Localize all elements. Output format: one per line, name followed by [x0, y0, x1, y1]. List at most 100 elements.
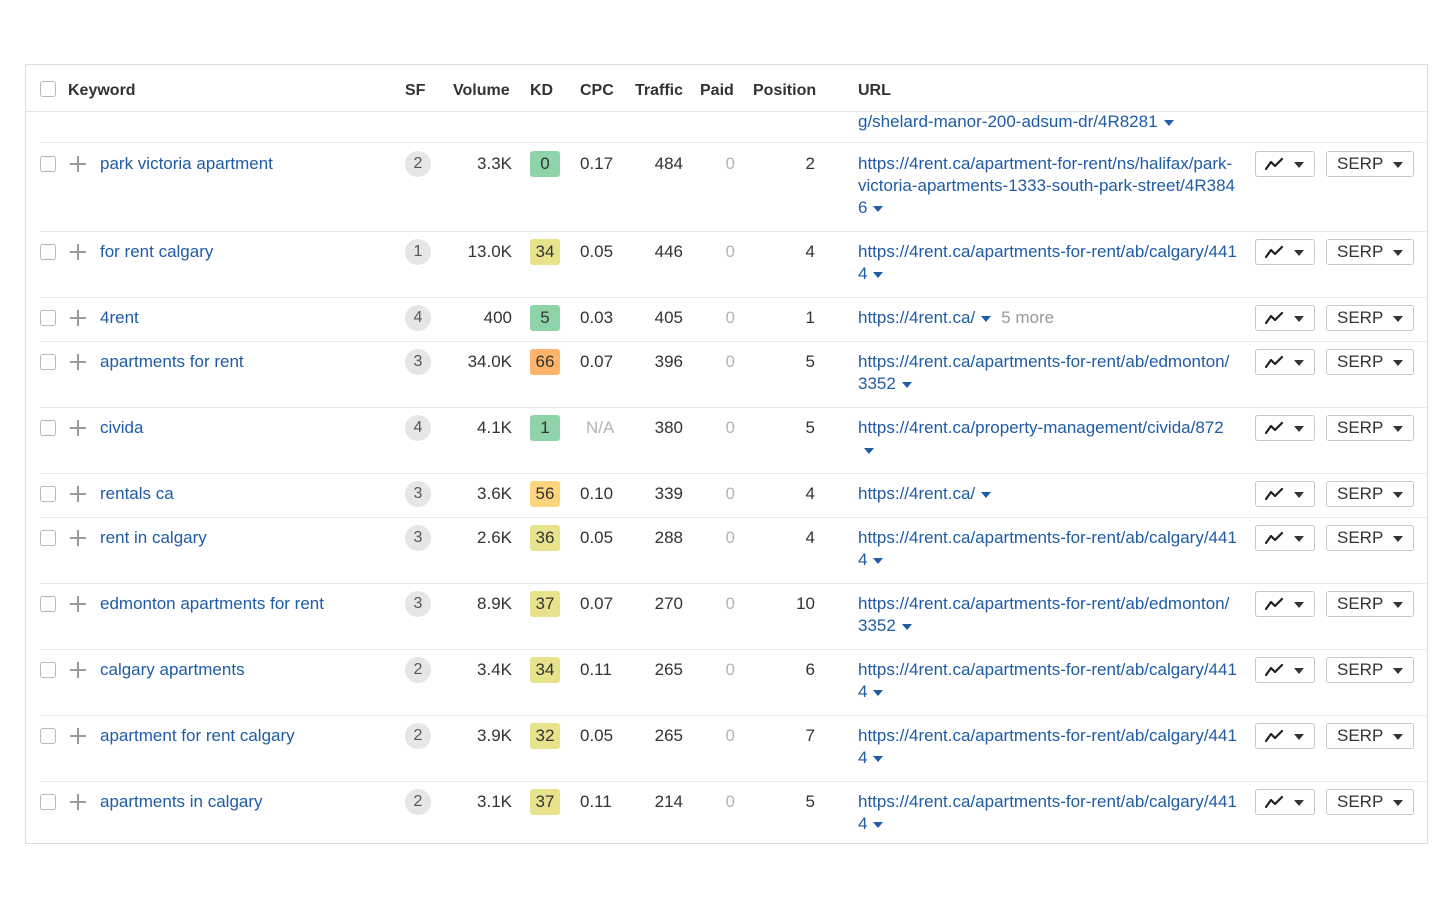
col-traffic[interactable]: Traffic	[635, 82, 683, 100]
add-to-list-icon[interactable]	[70, 354, 86, 370]
row-checkbox[interactable]	[40, 794, 56, 810]
sf-badge[interactable]: 1	[405, 239, 431, 265]
sf-badge[interactable]: 3	[405, 525, 431, 551]
position-history-button[interactable]	[1255, 657, 1315, 683]
url-link[interactable]: https://4rent.ca/apartments-for-rent/ab/…	[858, 659, 1238, 703]
keyword-link[interactable]: for rent calgary	[100, 241, 213, 263]
add-to-list-icon[interactable]	[70, 728, 86, 744]
position-history-button[interactable]	[1255, 525, 1315, 551]
url-link[interactable]: https://4rent.ca/apartments-for-rent/ab/…	[858, 241, 1238, 285]
add-to-list-icon[interactable]	[70, 156, 86, 172]
position-history-button[interactable]	[1255, 591, 1315, 617]
col-sf[interactable]: SF	[405, 82, 425, 100]
position-history-button[interactable]	[1255, 415, 1315, 441]
col-url[interactable]: URL	[858, 82, 891, 100]
url-link[interactable]: https://4rent.ca/	[858, 483, 1238, 505]
url-link[interactable]: https://4rent.ca/apartments-for-rent/ab/…	[858, 593, 1238, 637]
add-to-list-icon[interactable]	[70, 794, 86, 810]
row-checkbox[interactable]	[40, 420, 56, 436]
caret-down-icon[interactable]	[864, 447, 874, 454]
url-link[interactable]: https://4rent.ca/apartments-for-rent/ab/…	[858, 351, 1238, 395]
add-to-list-icon[interactable]	[70, 530, 86, 546]
row-checkbox[interactable]	[40, 662, 56, 678]
row-checkbox[interactable]	[40, 156, 56, 172]
url-link[interactable]: https://4rent.ca/apartments-for-rent/ab/…	[858, 527, 1238, 571]
caret-down-icon[interactable]	[981, 491, 992, 498]
add-to-list-icon[interactable]	[70, 596, 86, 612]
sf-badge[interactable]: 3	[405, 591, 431, 617]
add-to-list-icon[interactable]	[70, 662, 86, 678]
add-to-list-icon[interactable]	[70, 310, 86, 326]
add-to-list-icon[interactable]	[70, 244, 86, 260]
url-link[interactable]: https://4rent.ca/5 more	[858, 307, 1238, 329]
col-cpc[interactable]: CPC	[580, 82, 614, 100]
add-to-list-icon[interactable]	[70, 486, 86, 502]
sf-badge[interactable]: 4	[405, 415, 431, 441]
caret-down-icon[interactable]	[873, 557, 884, 564]
row-checkbox[interactable]	[40, 354, 56, 370]
serp-button[interactable]: SERP	[1326, 349, 1414, 375]
serp-button[interactable]: SERP	[1326, 591, 1414, 617]
keyword-link[interactable]: calgary apartments	[100, 659, 245, 681]
keyword-link[interactable]: rentals ca	[100, 483, 174, 505]
sf-badge[interactable]: 2	[405, 657, 431, 683]
select-all-checkbox[interactable]	[40, 81, 56, 97]
keyword-link[interactable]: apartment for rent calgary	[100, 725, 295, 747]
caret-down-icon[interactable]	[873, 689, 884, 696]
serp-button[interactable]: SERP	[1326, 151, 1414, 177]
url-link[interactable]: https://4rent.ca/apartments-for-rent/ab/…	[858, 791, 1238, 835]
caret-down-icon[interactable]	[873, 205, 884, 212]
col-volume[interactable]: Volume	[453, 82, 510, 100]
position-history-button[interactable]	[1255, 789, 1315, 815]
caret-down-icon[interactable]	[873, 755, 884, 762]
position-history-button[interactable]	[1255, 305, 1315, 331]
add-to-list-icon[interactable]	[70, 420, 86, 436]
caret-down-icon[interactable]	[981, 315, 992, 322]
keyword-link[interactable]: apartments for rent	[100, 351, 244, 373]
col-kd[interactable]: KD	[530, 82, 553, 100]
serp-button[interactable]: SERP	[1326, 723, 1414, 749]
position-history-button[interactable]	[1255, 349, 1315, 375]
position-history-button[interactable]	[1255, 151, 1315, 177]
more-urls-link[interactable]: 5 more	[1001, 308, 1054, 327]
serp-button[interactable]: SERP	[1326, 305, 1414, 331]
position-history-button[interactable]	[1255, 723, 1315, 749]
caret-down-icon[interactable]	[901, 623, 912, 630]
sf-badge[interactable]: 4	[405, 305, 431, 331]
col-keyword[interactable]: Keyword	[68, 82, 136, 100]
caret-down-icon[interactable]	[901, 381, 912, 388]
col-position[interactable]: Position	[753, 82, 816, 100]
keyword-link[interactable]: rent in calgary	[100, 527, 207, 549]
serp-button[interactable]: SERP	[1326, 481, 1414, 507]
serp-button[interactable]: SERP	[1326, 239, 1414, 265]
position-history-button[interactable]	[1255, 481, 1315, 507]
serp-button[interactable]: SERP	[1326, 657, 1414, 683]
serp-button[interactable]: SERP	[1326, 789, 1414, 815]
url-link[interactable]: https://4rent.ca/apartment-for-rent/ns/h…	[858, 153, 1238, 219]
serp-button[interactable]: SERP	[1326, 415, 1414, 441]
sf-badge[interactable]: 2	[405, 789, 431, 815]
row-checkbox[interactable]	[40, 244, 56, 260]
row-checkbox[interactable]	[40, 486, 56, 502]
col-paid[interactable]: Paid	[700, 82, 734, 100]
caret-down-icon[interactable]	[1163, 119, 1174, 126]
url-link[interactable]: https://4rent.ca/property-management/civ…	[858, 417, 1238, 461]
keyword-link[interactable]: 4rent	[100, 307, 139, 329]
sf-badge[interactable]: 3	[405, 481, 431, 507]
keyword-link[interactable]: civida	[100, 417, 143, 439]
keyword-link[interactable]: apartments in calgary	[100, 791, 263, 813]
sf-badge[interactable]: 3	[405, 349, 431, 375]
caret-down-icon[interactable]	[873, 821, 884, 828]
caret-down-icon[interactable]	[873, 271, 884, 278]
row-checkbox[interactable]	[40, 596, 56, 612]
position-history-button[interactable]	[1255, 239, 1315, 265]
url-link[interactable]: g/shelard-manor-200-adsum-dr/4R8281	[858, 111, 1238, 133]
url-link[interactable]: https://4rent.ca/apartments-for-rent/ab/…	[858, 725, 1238, 769]
row-checkbox[interactable]	[40, 530, 56, 546]
row-checkbox[interactable]	[40, 728, 56, 744]
keyword-link[interactable]: edmonton apartments for rent	[100, 593, 324, 615]
keyword-link[interactable]: park victoria apartment	[100, 153, 273, 175]
row-checkbox[interactable]	[40, 310, 56, 326]
sf-badge[interactable]: 2	[405, 723, 431, 749]
sf-badge[interactable]: 2	[405, 151, 431, 177]
